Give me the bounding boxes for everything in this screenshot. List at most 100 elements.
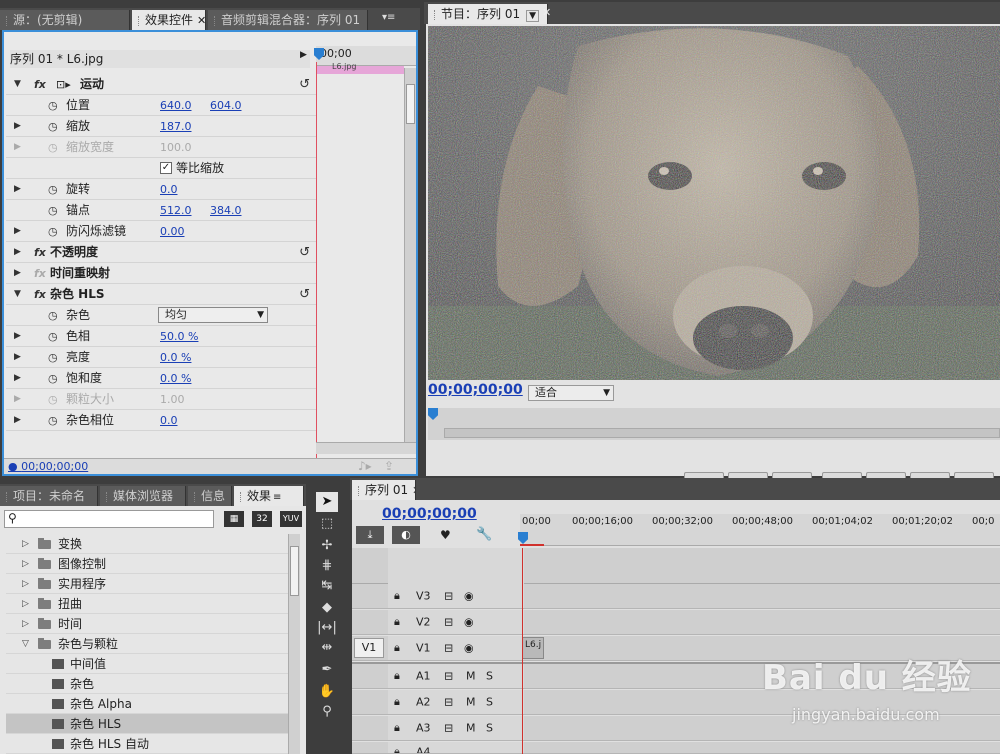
uniform-scale-checkbox[interactable]: ✓ <box>160 162 172 174</box>
lock-icon[interactable]: 🔒︎ <box>394 589 400 603</box>
anti-flicker-value[interactable]: 0.00 <box>160 221 185 242</box>
expand-icon[interactable]: ▼ <box>14 284 21 305</box>
track-select-tool-icon[interactable]: ⬚ <box>316 514 338 534</box>
32bit-effects-icon[interactable]: 32 <box>252 511 272 527</box>
sync-icon[interactable]: ⊟ <box>444 642 453 655</box>
track-v3[interactable]: 🔒︎ V3 ⊟ ◉ <box>352 584 1000 609</box>
tab-sequence[interactable]: 序列 01✕ <box>352 480 416 500</box>
folder-noise-grain[interactable]: ▽ 杂色与颗粒 <box>6 634 298 654</box>
effect-noise-hls[interactable]: ▼ fx 杂色 HLS ↺ <box>6 284 316 305</box>
effect-time-remap[interactable]: ▶ fx 时间重映射 <box>6 263 316 284</box>
expand-icon[interactable]: ▶ <box>14 116 21 137</box>
expand-icon[interactable]: ▶ <box>14 368 21 389</box>
stopwatch-icon[interactable]: ◷ <box>48 410 58 431</box>
close-icon[interactable]: ✕ <box>412 484 415 497</box>
noise-phase-value[interactable]: 0.0 <box>160 410 178 431</box>
fx-icon[interactable]: fx <box>34 242 46 263</box>
expand-icon[interactable]: ▶ <box>14 410 21 431</box>
mute-button[interactable]: M <box>466 722 476 735</box>
stopwatch-icon[interactable]: ◷ <box>48 221 58 242</box>
scroll-thumb[interactable] <box>290 546 299 596</box>
rate-stretch-tool-icon[interactable]: ↹ <box>316 576 338 596</box>
play-triangle-icon[interactable]: ▶ <box>300 50 307 60</box>
expand-icon[interactable]: ▶ <box>14 347 21 368</box>
rolling-edit-tool-icon[interactable]: ⋕ <box>316 556 338 576</box>
panel-menu-icon[interactable]: ≡ <box>273 492 281 503</box>
linked-selection-icon[interactable]: ◐ <box>392 526 420 544</box>
expand-icon[interactable]: ▶ <box>14 326 21 347</box>
track-a1[interactable]: 🔒︎ A1 ⊟ M S <box>352 664 1000 689</box>
expand-icon[interactable]: ▶ <box>14 221 21 242</box>
eye-icon[interactable]: ◉ <box>464 590 474 603</box>
stopwatch-icon[interactable]: ◷ <box>48 326 58 347</box>
zoom-bar[interactable] <box>444 428 1000 438</box>
lightness-value[interactable]: 0.0 % <box>160 347 191 368</box>
chevron-down-icon[interactable]: ▼ <box>526 10 540 22</box>
settings-wrench-icon[interactable]: 🔧 <box>476 527 492 542</box>
audio-icon[interactable]: ♪▸ <box>358 459 372 473</box>
stopwatch-icon[interactable]: ◷ <box>48 305 58 326</box>
eye-icon[interactable]: ◉ <box>464 616 474 629</box>
slide-tool-icon[interactable]: ⇹ <box>316 638 338 658</box>
solo-button[interactable]: S <box>486 722 493 735</box>
anchor-x-value[interactable]: 512.0 <box>160 200 192 221</box>
mute-button[interactable]: M <box>466 670 476 683</box>
yuv-effects-icon[interactable]: YUV <box>280 511 302 527</box>
effect-noise-hls-item[interactable]: 杂色 HLS <box>6 714 298 734</box>
export-icon[interactable]: ⇪ <box>384 459 394 473</box>
clip-l6[interactable]: L6.j <box>522 637 544 659</box>
transform-icon[interactable]: ⊡▸ <box>56 74 71 95</box>
effect-noise-alpha[interactable]: 杂色 Alpha <box>6 694 298 714</box>
add-marker-icon[interactable]: ♥ <box>440 528 451 542</box>
horizontal-scrollbar[interactable] <box>316 442 416 454</box>
lock-icon[interactable]: 🔒︎ <box>394 641 400 655</box>
tab-effect-controls[interactable]: 效果控件 ✕ <box>132 10 206 30</box>
anchor-y-value[interactable]: 384.0 <box>210 200 242 221</box>
lock-icon[interactable]: 🔒︎ <box>394 615 400 629</box>
sync-icon[interactable]: ⊟ <box>444 722 453 735</box>
playhead-icon[interactable] <box>428 408 438 420</box>
mute-button[interactable]: M <box>466 696 476 709</box>
effect-median[interactable]: 中间值 <box>6 654 298 674</box>
track-v2[interactable]: 🔒︎ V2 ⊟ ◉ <box>352 610 1000 635</box>
zoom-tool-icon[interactable]: ⚲ <box>316 702 338 722</box>
stopwatch-icon[interactable]: ◷ <box>48 179 58 200</box>
stopwatch-icon[interactable]: ◷ <box>48 95 58 116</box>
solo-button[interactable]: S <box>486 670 493 683</box>
reset-icon[interactable]: ↺ <box>299 242 310 263</box>
lock-icon[interactable]: 🔒︎ <box>394 721 400 735</box>
accelerated-effects-icon[interactable]: ▦ <box>224 511 244 527</box>
folder-image-control[interactable]: ▷ 图像控制 <box>6 554 298 574</box>
expand-icon[interactable]: ▼ <box>14 74 21 95</box>
folder-distort[interactable]: ▷ 扭曲 <box>6 594 298 614</box>
tab-source[interactable]: 源：(无剪辑) <box>0 10 130 30</box>
track-a4[interactable]: 🔒︎ A4 <box>352 742 1000 754</box>
scale-value[interactable]: 187.0 <box>160 116 192 137</box>
effect-noise[interactable]: 杂色 <box>6 674 298 694</box>
tab-media-browser[interactable]: 媒体浏览器 <box>100 486 186 506</box>
track-a3[interactable]: 🔒︎ A3 ⊟ M S <box>352 716 1000 741</box>
close-icon[interactable]: ✕ <box>542 6 551 19</box>
reset-icon[interactable]: ↺ <box>299 74 310 95</box>
ripple-edit-tool-icon[interactable]: ✢ <box>316 536 338 556</box>
timeline-ruler[interactable]: 00;00 00;00;16;00 00;00;32;00 00;00;48;0… <box>520 514 1000 546</box>
noise-dropdown[interactable]: 均匀 ▼ <box>158 307 268 323</box>
track-v1[interactable]: V1 🔒︎ V1 ⊟ ◉ L6.j <box>352 636 1000 661</box>
tab-effects[interactable]: 效果 ≡ <box>234 486 304 506</box>
tab-info[interactable]: 信息 <box>188 486 232 506</box>
effect-noise-hls-auto[interactable]: 杂色 HLS 自动 <box>6 734 298 754</box>
stopwatch-icon[interactable]: ◷ <box>48 200 58 221</box>
position-y-value[interactable]: 604.0 <box>210 95 242 116</box>
effect-opacity[interactable]: ▶ fx 不透明度 ↺ <box>6 242 316 263</box>
hue-value[interactable]: 50.0 % <box>160 326 198 347</box>
vertical-scrollbar[interactable] <box>288 534 300 754</box>
pen-tool-icon[interactable]: ✒ <box>316 660 338 680</box>
effect-motion[interactable]: ▼ fx ⊡▸ 运动 ↺ <box>6 74 316 95</box>
sync-icon[interactable]: ⊟ <box>444 670 453 683</box>
effect-ruler[interactable]: 00;00 <box>316 46 416 66</box>
sync-icon[interactable]: ⊟ <box>444 616 453 629</box>
fx-icon[interactable]: fx <box>34 284 46 305</box>
slip-tool-icon[interactable]: |↔| <box>316 618 338 638</box>
folder-time[interactable]: ▷ 时间 <box>6 614 298 634</box>
close-icon[interactable]: ✕ <box>197 14 205 27</box>
